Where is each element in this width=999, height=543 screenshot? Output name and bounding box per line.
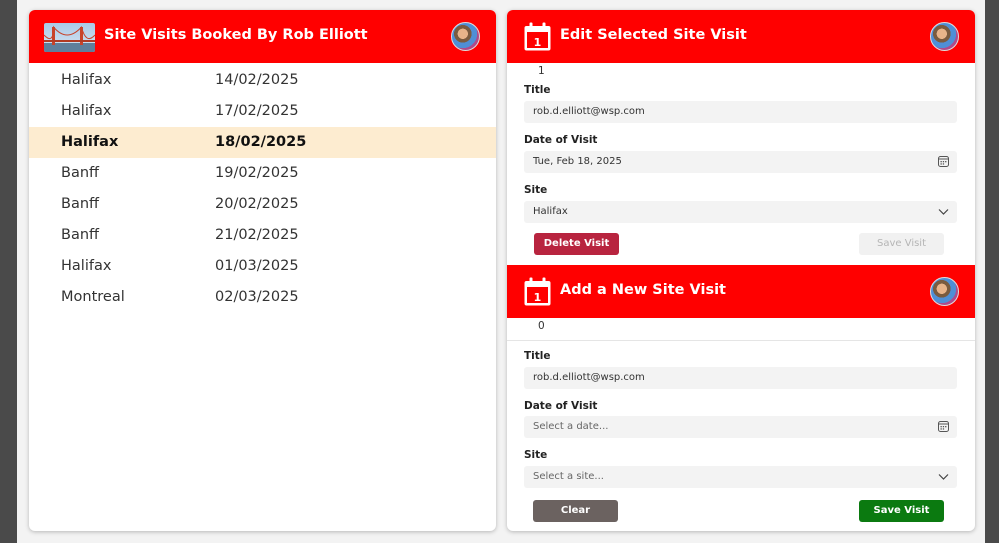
clear-button[interactable]: Clear xyxy=(533,500,618,522)
user-avatar[interactable] xyxy=(930,22,959,51)
list-item-site: Halifax xyxy=(61,72,112,88)
add-title-field[interactable]: rob.d.elliott@wsp.com xyxy=(524,367,957,389)
edit-date-label: Date of Visit xyxy=(524,134,598,146)
add-date-placeholder: Select a date... xyxy=(533,421,609,432)
list-item-site: Banff xyxy=(61,165,100,181)
add-visit-id: 0 xyxy=(538,320,545,332)
add-site-dropdown[interactable]: Select a site... xyxy=(524,466,957,488)
list-item-date: 21/02/2025 xyxy=(215,227,299,243)
edit-visit-id: 1 xyxy=(538,65,545,77)
add-date-label: Date of Visit xyxy=(524,400,598,412)
list-item-date: 17/02/2025 xyxy=(215,103,299,119)
list-item-site: Halifax xyxy=(61,103,112,119)
list-item-date: 19/02/2025 xyxy=(215,165,299,181)
calendar-small-icon[interactable] xyxy=(938,421,949,432)
visit-forms-panel: 1 Edit Selected Site Visit 1 Title rob.d… xyxy=(507,10,975,531)
list-item-date: 20/02/2025 xyxy=(215,196,299,212)
add-date-field[interactable]: Select a date... xyxy=(524,416,957,438)
app-canvas: Site Visits Booked By Rob Elliott Halifa… xyxy=(17,0,985,543)
list-item-date: 14/02/2025 xyxy=(215,72,299,88)
edit-visit-header: 1 Edit Selected Site Visit xyxy=(507,10,975,63)
delete-visit-button[interactable]: Delete Visit xyxy=(534,233,619,255)
list-item-date: 01/03/2025 xyxy=(215,258,299,274)
list-item[interactable]: Banff 20/02/2025 xyxy=(29,189,496,220)
list-item-site: Banff xyxy=(61,196,100,212)
list-item-selected[interactable]: Halifax 18/02/2025 xyxy=(29,127,496,158)
list-item-site: Halifax xyxy=(61,134,119,150)
chevron-down-icon[interactable] xyxy=(938,206,949,217)
list-item-site: Halifax xyxy=(61,258,112,274)
site-visits-title: Site Visits Booked By Rob Elliott xyxy=(104,27,368,43)
divider xyxy=(507,340,975,341)
edit-site-label: Site xyxy=(524,184,548,196)
golden-gate-bridge-image xyxy=(44,23,95,52)
site-visits-panel: Site Visits Booked By Rob Elliott Halifa… xyxy=(29,10,496,531)
edit-title-field[interactable]: rob.d.elliott@wsp.com xyxy=(524,101,957,123)
list-item[interactable]: Banff 19/02/2025 xyxy=(29,158,496,189)
calendar-icon: 1 xyxy=(524,277,551,306)
list-item[interactable]: Halifax 01/03/2025 xyxy=(29,251,496,282)
add-visit-header: 1 Add a New Site Visit xyxy=(507,265,975,318)
calendar-small-icon[interactable] xyxy=(938,156,949,167)
save-visit-button-disabled[interactable]: Save Visit xyxy=(859,233,944,255)
user-avatar[interactable] xyxy=(930,277,959,306)
add-site-label: Site xyxy=(524,449,548,461)
list-item[interactable]: Halifax 17/02/2025 xyxy=(29,96,496,127)
list-item-site: Montreal xyxy=(61,289,125,305)
calendar-icon: 1 xyxy=(524,22,551,51)
list-item-site: Banff xyxy=(61,227,100,243)
edit-date-field[interactable]: Tue, Feb 18, 2025 xyxy=(524,151,957,173)
edit-site-dropdown[interactable]: Halifax xyxy=(524,201,957,223)
save-visit-button[interactable]: Save Visit xyxy=(859,500,944,522)
edit-site-value: Halifax xyxy=(533,206,568,217)
edit-visit-title: Edit Selected Site Visit xyxy=(560,27,747,43)
site-visits-header: Site Visits Booked By Rob Elliott xyxy=(29,10,496,63)
list-item[interactable]: Banff 21/02/2025 xyxy=(29,220,496,251)
add-title-label: Title xyxy=(524,350,551,362)
list-item[interactable]: Halifax 14/02/2025 xyxy=(29,65,496,96)
user-avatar[interactable] xyxy=(451,22,480,51)
list-item-date: 18/02/2025 xyxy=(215,134,307,150)
svg-text:1: 1 xyxy=(534,291,542,304)
list-item[interactable]: Montreal 02/03/2025 xyxy=(29,282,496,313)
edit-title-label: Title xyxy=(524,84,551,96)
list-item-date: 02/03/2025 xyxy=(215,289,299,305)
chevron-down-icon[interactable] xyxy=(938,471,949,482)
add-visit-title: Add a New Site Visit xyxy=(560,282,726,298)
edit-date-value: Tue, Feb 18, 2025 xyxy=(533,156,622,167)
add-site-placeholder: Select a site... xyxy=(533,471,604,482)
svg-text:1: 1 xyxy=(534,36,542,49)
